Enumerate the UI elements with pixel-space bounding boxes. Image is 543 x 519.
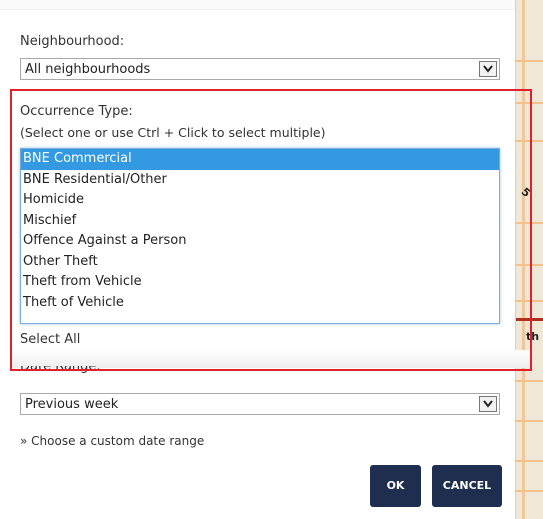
ok-button[interactable]: OK <box>370 465 421 507</box>
occurrence-type-hint: (Select one or use Ctrl + Click to selec… <box>20 125 326 140</box>
map-road <box>522 0 525 519</box>
option-other-theft[interactable]: Other Theft <box>21 252 499 273</box>
map-label: 5 <box>518 185 533 200</box>
map-street <box>516 460 543 462</box>
option-theft-from-vehicle[interactable]: Theft from Vehicle <box>21 272 499 293</box>
date-range-label: Date Range: <box>20 366 101 374</box>
neighbourhood-value: All neighbourhoods <box>25 62 151 77</box>
map-street <box>516 300 543 302</box>
map-street <box>516 60 543 62</box>
occurrence-type-listbox[interactable]: BNE Commercial BNE Residential/Other Hom… <box>20 148 500 324</box>
custom-date-range-link[interactable]: » Choose a custom date range <box>20 434 204 448</box>
date-range-select[interactable]: Previous week <box>20 393 500 415</box>
map-street <box>516 140 543 142</box>
top-divider <box>0 0 515 10</box>
option-bne-commercial[interactable]: BNE Commercial <box>21 149 499 170</box>
option-mischief[interactable]: Mischief <box>21 211 499 232</box>
option-offence-against-person[interactable]: Offence Against a Person <box>21 231 499 252</box>
neighbourhood-select[interactable]: All neighbourhoods <box>20 58 500 80</box>
cancel-button[interactable]: CANCEL <box>432 465 502 507</box>
chevron-down-icon[interactable] <box>479 396 497 412</box>
neighbourhood-label: Neighbourhood: <box>20 34 125 49</box>
map-highlight-street <box>516 318 543 321</box>
select-all-link[interactable]: Select All <box>20 332 80 347</box>
map-street <box>516 222 543 224</box>
map-street <box>516 380 543 382</box>
map-street <box>516 102 543 104</box>
map-street <box>516 420 543 422</box>
option-theft-of-vehicle[interactable]: Theft of Vehicle <box>21 293 499 314</box>
map-strip[interactable]: 5 th <box>515 0 543 519</box>
map-label: th <box>526 330 540 343</box>
option-bne-residential[interactable]: BNE Residential/Other <box>21 170 499 191</box>
map-street <box>516 490 543 492</box>
map-street <box>516 264 543 266</box>
date-range-value: Previous week <box>25 397 119 412</box>
occurrence-type-label: Occurrence Type: <box>20 104 133 119</box>
chevron-down-icon[interactable] <box>479 61 497 77</box>
option-homicide[interactable]: Homicide <box>21 190 499 211</box>
